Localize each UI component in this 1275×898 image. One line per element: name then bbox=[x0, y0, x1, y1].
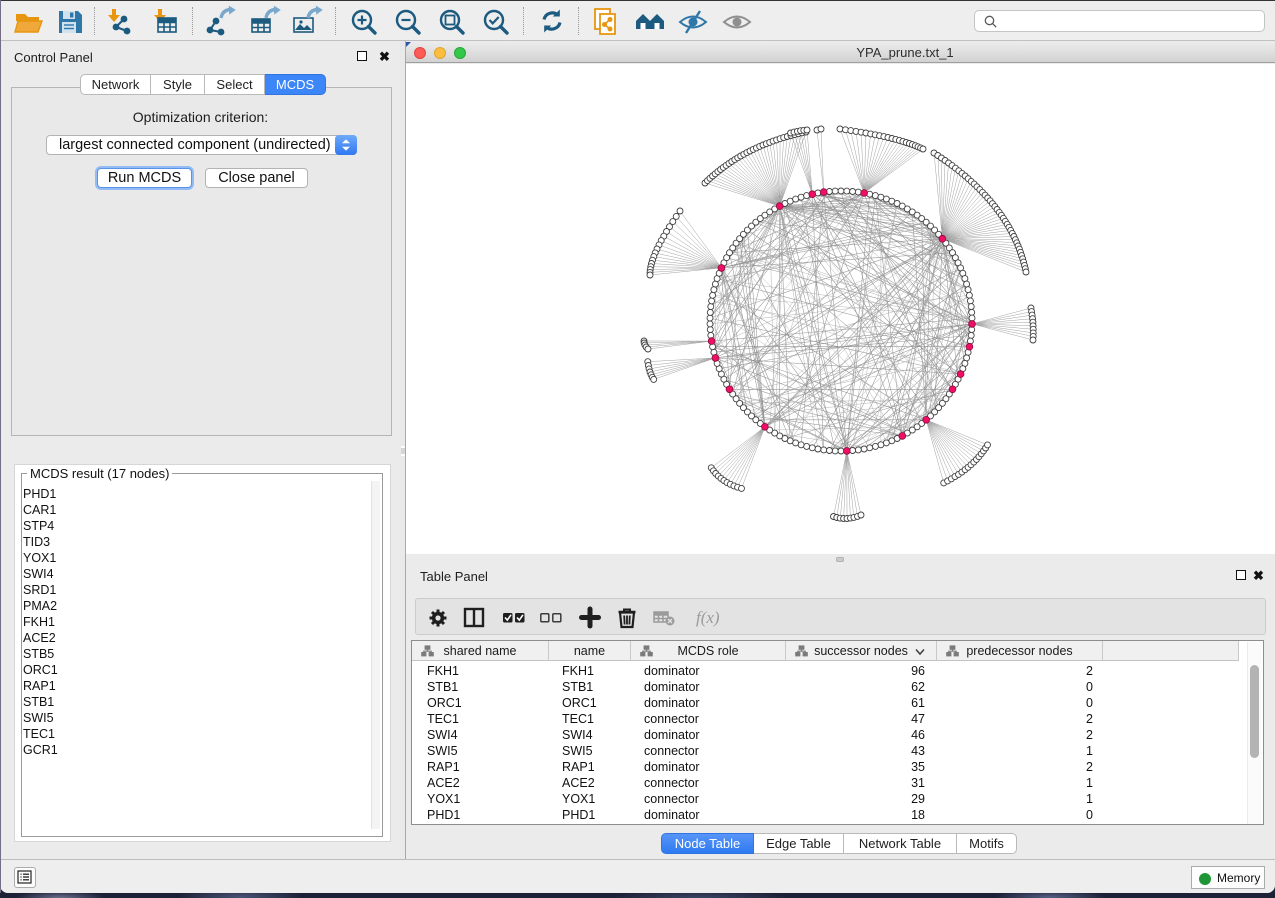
svg-text:f(x): f(x) bbox=[696, 608, 720, 627]
